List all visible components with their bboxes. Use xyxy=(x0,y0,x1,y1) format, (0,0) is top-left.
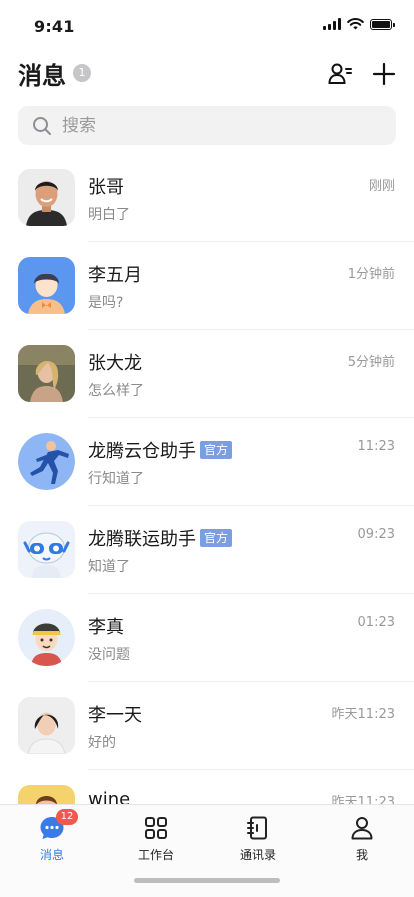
message-time: 11:23 xyxy=(357,439,395,454)
search-input[interactable] xyxy=(60,114,364,137)
tab-bar: 12 消息 工作台 通讯录 我 xyxy=(0,804,414,897)
official-tag: 官方 xyxy=(200,529,233,547)
message-preview: 是吗? xyxy=(88,295,124,311)
search-bar[interactable] xyxy=(18,106,396,145)
message-preview: 明白了 xyxy=(88,207,130,223)
contact-name: 龙腾联运助手 xyxy=(88,529,196,550)
conversation-item[interactable]: 龙腾云仓助手 官方 11:23 行知道了 xyxy=(0,418,414,506)
wifi-icon xyxy=(347,18,364,30)
search-icon xyxy=(33,116,51,135)
message-time: 刚刚 xyxy=(368,179,395,194)
message-time: 09:23 xyxy=(357,527,395,542)
address-book-icon xyxy=(247,816,267,840)
avatar xyxy=(18,169,75,226)
tab-label: 通讯录 xyxy=(239,848,276,862)
status-icons xyxy=(323,18,395,30)
avatar xyxy=(18,697,75,754)
add-button[interactable] xyxy=(370,60,398,88)
status-bar: 9:41 xyxy=(0,0,414,50)
home-indicator xyxy=(134,878,280,883)
message-time: 01:23 xyxy=(357,615,395,630)
contact-name: 龙腾云仓助手 xyxy=(88,441,196,462)
avatar xyxy=(18,609,75,666)
contact-name: 李真 xyxy=(88,617,124,638)
avatar xyxy=(18,521,75,578)
official-tag: 官方 xyxy=(200,441,233,459)
plus-icon xyxy=(372,62,396,86)
message-preview: 好的 xyxy=(88,735,116,751)
tab-contacts[interactable]: 通讯录 xyxy=(218,813,298,863)
contact-name: 李五月 xyxy=(88,265,142,286)
conversation-item[interactable]: 张哥 刚刚 明白了 xyxy=(0,154,414,242)
contact-name: 张大龙 xyxy=(88,353,142,374)
message-time: 5分钟前 xyxy=(347,355,395,370)
conversation-item[interactable]: 李一天 昨天11:23 好的 xyxy=(0,682,414,770)
avatar xyxy=(18,433,75,490)
tab-workbench[interactable]: 工作台 xyxy=(116,813,196,863)
message-time: 昨天11:23 xyxy=(331,707,395,722)
message-preview: 知道了 xyxy=(88,559,130,575)
header: 消息 1 xyxy=(0,52,414,96)
user-settings-icon xyxy=(328,63,352,84)
tab-label: 消息 xyxy=(39,848,64,862)
conversation-list: 张哥 刚刚 明白了 李五月 1分钟前 是吗? 张大龙 5分钟前 怎么样了 龙腾云… xyxy=(0,154,414,858)
contact-name: 李一天 xyxy=(88,705,142,726)
unread-count-badge: 1 xyxy=(73,64,91,82)
conversation-item[interactable]: 张大龙 5分钟前 怎么样了 xyxy=(0,330,414,418)
tab-label: 工作台 xyxy=(137,848,174,862)
conversation-item[interactable]: 李真 01:23 没问题 xyxy=(0,594,414,682)
message-time: 1分钟前 xyxy=(347,267,395,282)
contact-name: 张哥 xyxy=(88,177,124,198)
tab-messages[interactable]: 12 消息 xyxy=(12,809,92,863)
message-preview: 没问题 xyxy=(88,647,130,663)
tab-label: 我 xyxy=(355,848,368,862)
grid-icon xyxy=(145,817,167,839)
cellular-signal-icon xyxy=(323,18,341,30)
unread-badge: 12 xyxy=(56,809,78,825)
status-time: 9:41 xyxy=(34,17,75,36)
avatar xyxy=(18,345,75,402)
avatar xyxy=(18,257,75,314)
conversation-item[interactable]: 龙腾联运助手 官方 09:23 知道了 xyxy=(0,506,414,594)
page-title: 消息 xyxy=(18,62,66,90)
tab-me[interactable]: 我 xyxy=(322,813,402,863)
message-preview: 行知道了 xyxy=(88,471,144,487)
person-icon xyxy=(351,817,373,840)
message-preview: 怎么样了 xyxy=(88,383,144,399)
contacts-settings-button[interactable] xyxy=(326,60,354,88)
battery-icon xyxy=(370,18,395,30)
conversation-item[interactable]: 李五月 1分钟前 是吗? xyxy=(0,242,414,330)
